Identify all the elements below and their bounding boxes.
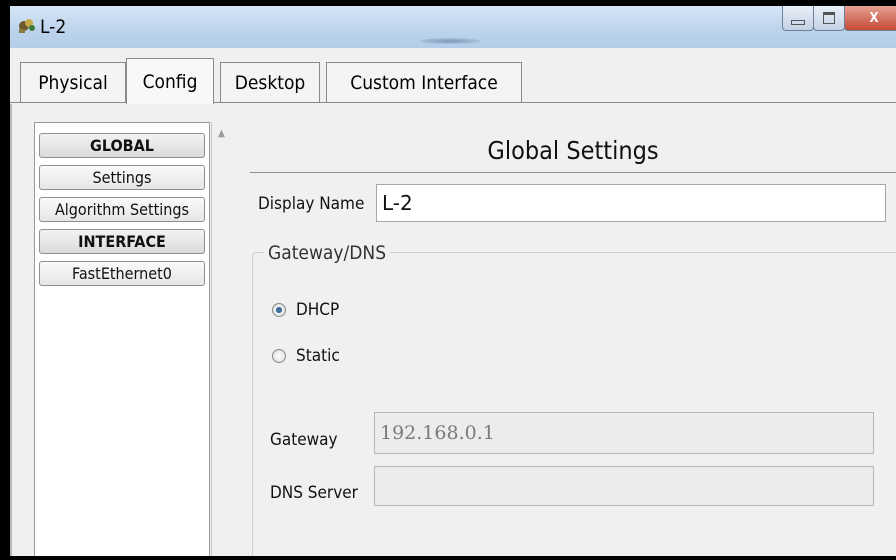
page-title: Global Settings — [487, 136, 659, 165]
gateway-label: Gateway — [270, 430, 338, 450]
display-name-input[interactable] — [376, 184, 886, 222]
window-controls: X — [782, 6, 896, 34]
maximize-icon — [823, 12, 835, 24]
gateway-input[interactable] — [374, 412, 874, 454]
title-bar-highlight — [420, 38, 480, 44]
sidebar-item-label: GLOBAL — [90, 136, 154, 155]
dhcp-radio[interactable] — [272, 303, 286, 317]
device-config-window: L-2 X Physical Config Desktop Custom Int… — [10, 6, 896, 556]
tab-config[interactable]: Config — [126, 58, 214, 104]
dhcp-label[interactable]: DHCP — [296, 300, 339, 320]
dns-server-input[interactable] — [374, 466, 874, 506]
maximize-button[interactable] — [813, 6, 845, 31]
sidebar-item-label: Settings — [92, 168, 152, 187]
title-divider — [250, 172, 896, 173]
sidebar-item-fastethernet0[interactable]: FastEthernet0 — [39, 261, 205, 286]
sidebar-item-label: INTERFACE — [78, 232, 166, 251]
sidebar-item-interface[interactable]: INTERFACE — [39, 229, 205, 254]
dns-server-label: DNS Server — [270, 483, 358, 503]
sidebar-item-label: FastEthernet0 — [72, 264, 172, 283]
router-app-icon — [19, 19, 35, 33]
title-bar[interactable]: L-2 X — [10, 6, 896, 48]
close-icon: X — [869, 10, 879, 26]
tab-physical[interactable]: Physical — [20, 62, 126, 102]
static-radio[interactable] — [272, 349, 286, 363]
radio-selected-icon — [276, 307, 282, 313]
scroll-up-arrow-icon[interactable]: ▲ — [218, 128, 225, 139]
window-border — [10, 104, 12, 556]
sidebar-item-label: Algorithm Settings — [54, 200, 190, 219]
gateway-dns-legend: Gateway/DNS — [264, 242, 391, 264]
minimize-button[interactable] — [782, 6, 814, 31]
tab-label: Custom Interface — [350, 71, 498, 94]
tab-bar: Physical Config Desktop Custom Interface — [10, 48, 896, 104]
display-name-label: Display Name — [258, 194, 365, 214]
tab-label: Config — [142, 70, 198, 93]
sidebar-item-settings[interactable]: Settings — [39, 165, 205, 190]
config-sidebar: GLOBAL Settings Algorithm Settings INTER… — [34, 122, 210, 556]
tab-desktop[interactable]: Desktop — [220, 62, 320, 102]
static-label[interactable]: Static — [296, 346, 340, 366]
tab-label: Desktop — [234, 71, 306, 94]
minimize-icon — [791, 19, 805, 25]
window-title: L-2 — [40, 16, 67, 38]
sidebar-item-algorithm-settings[interactable]: Algorithm Settings — [39, 197, 205, 222]
gateway-dns-group — [252, 252, 896, 556]
sidebar-item-global[interactable]: GLOBAL — [39, 133, 205, 158]
close-button[interactable]: X — [844, 6, 896, 31]
sidebar-scrollbar[interactable]: ▲ — [211, 122, 234, 556]
tab-custom-interface[interactable]: Custom Interface — [326, 62, 522, 102]
tab-label: Physical — [38, 71, 108, 94]
